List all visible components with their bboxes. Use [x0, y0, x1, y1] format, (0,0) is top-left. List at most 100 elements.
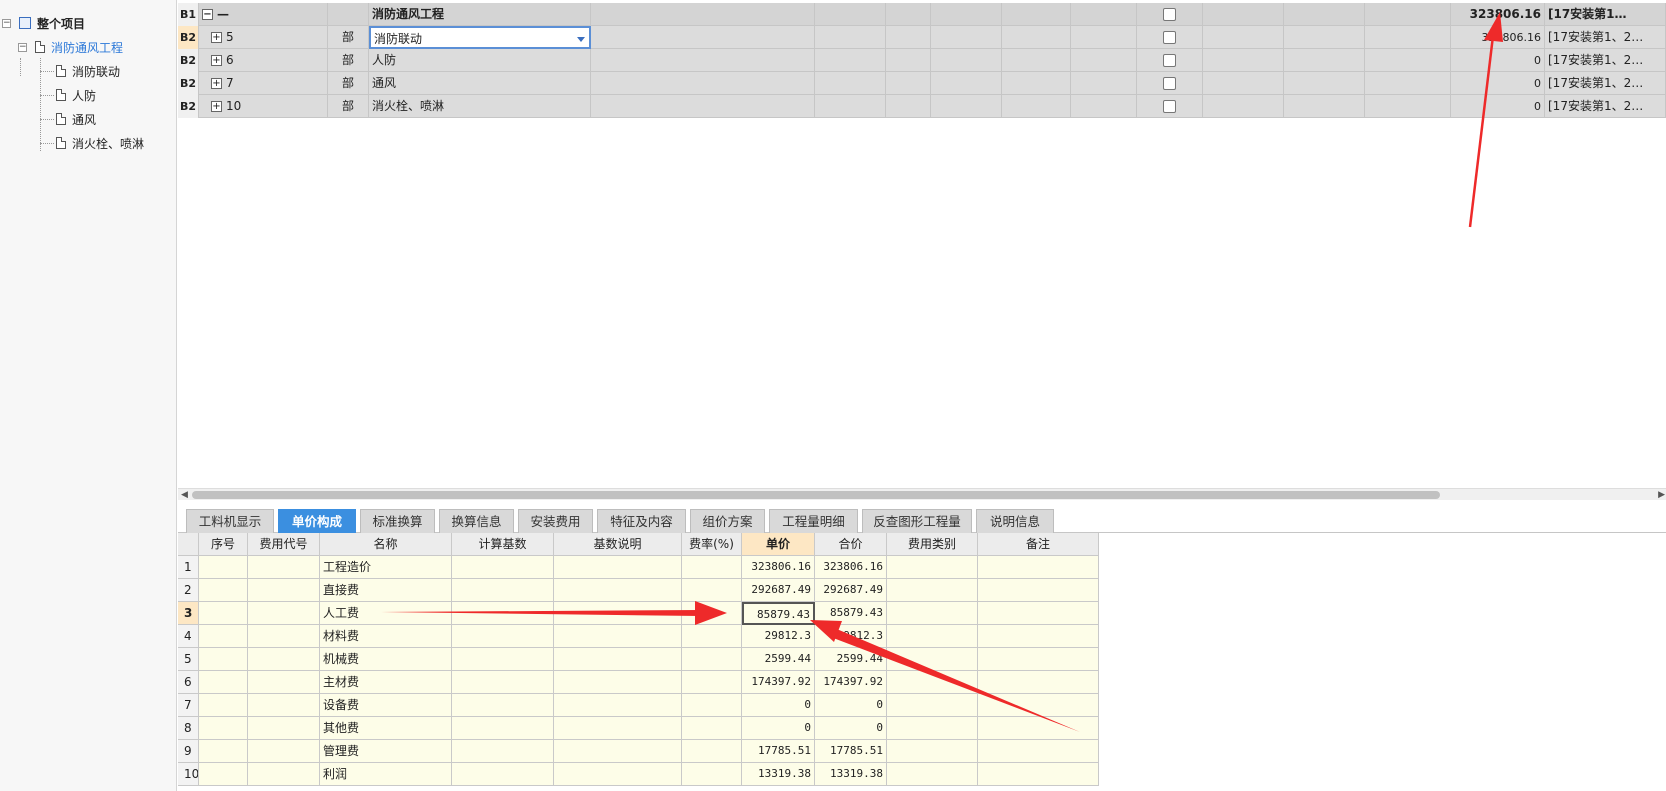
empty-cell[interactable]	[887, 671, 978, 694]
empty-cell[interactable]	[452, 602, 554, 625]
empty-cell[interactable]	[452, 625, 554, 648]
empty-cell[interactable]	[554, 625, 682, 648]
empty-cell[interactable]	[978, 671, 1099, 694]
empty-cell[interactable]	[1002, 3, 1071, 26]
note-cell[interactable]: [17安装第1、2…	[1545, 72, 1666, 95]
column-header[interactable]: 单价	[742, 533, 815, 556]
table-row[interactable]: 5 机械费 2599.44 2599.44	[178, 648, 1100, 671]
cell-total[interactable]: 13319.38	[815, 763, 887, 786]
collapse-icon[interactable]: −	[202, 9, 213, 20]
table-row[interactable]: 8 其他费 0 0	[178, 717, 1100, 740]
table-row[interactable]: B2 +6 部 人防 0 [17安装第1、2…	[178, 49, 1666, 72]
cell-name[interactable]: 工程造价	[320, 556, 452, 579]
empty-cell[interactable]	[931, 26, 1002, 49]
cell-name[interactable]: 材料费	[320, 625, 452, 648]
empty-cell[interactable]	[931, 95, 1002, 118]
cell-name[interactable]: 人工费	[320, 602, 452, 625]
empty-cell[interactable]	[887, 648, 978, 671]
cell-name[interactable]: 管理费	[320, 740, 452, 763]
empty-cell[interactable]	[978, 740, 1099, 763]
cell-total[interactable]: 0	[815, 717, 887, 740]
unit-cell[interactable]: 部	[328, 72, 369, 95]
code-cell[interactable]: − —	[199, 3, 328, 26]
column-header[interactable]: 合价	[815, 533, 887, 556]
empty-cell[interactable]	[199, 671, 248, 694]
table-row[interactable]: 10 利润 13319.38 13319.38	[178, 763, 1100, 786]
table-row[interactable]: B2 +10 部 消火栓、喷淋 0 [17安装第1、2…	[178, 95, 1666, 118]
column-header[interactable]: 费率(%)	[682, 533, 742, 556]
empty-cell[interactable]	[1002, 95, 1071, 118]
tab-labor-material[interactable]: 工料机显示	[186, 509, 274, 533]
checkbox[interactable]	[1163, 100, 1176, 113]
code-cell[interactable]: +5	[199, 26, 328, 49]
empty-cell[interactable]	[887, 740, 978, 763]
tab-conversion-info[interactable]: 换算信息	[439, 509, 514, 533]
horizontal-scrollbar[interactable]: ◀ ▶	[178, 488, 1666, 500]
tab-standard-conversion[interactable]: 标准换算	[360, 509, 435, 533]
table-row[interactable]: 6 主材费 174397.92 174397.92	[178, 671, 1100, 694]
cell-name[interactable]: 机械费	[320, 648, 452, 671]
empty-cell[interactable]	[815, 95, 886, 118]
table-row[interactable]: 7 设备费 0 0	[178, 694, 1100, 717]
empty-cell[interactable]	[815, 3, 886, 26]
tab-quantity-detail[interactable]: 工程量明细	[769, 509, 858, 533]
empty-cell[interactable]	[978, 625, 1099, 648]
cell-name[interactable]: 其他费	[320, 717, 452, 740]
empty-cell[interactable]	[978, 602, 1099, 625]
amount-cell[interactable]: 0	[1451, 49, 1545, 72]
cell-price[interactable]: 85879.43	[742, 602, 815, 625]
cell-name[interactable]: 直接费	[320, 579, 452, 602]
empty-cell[interactable]	[591, 26, 815, 49]
empty-cell[interactable]	[591, 49, 815, 72]
empty-cell[interactable]	[1002, 26, 1071, 49]
empty-cell[interactable]	[1284, 3, 1365, 26]
collapse-icon[interactable]: −	[18, 42, 27, 52]
table-row[interactable]: 3 人工费 85879.43 85879.43	[178, 602, 1100, 625]
empty-cell[interactable]	[682, 671, 742, 694]
empty-cell[interactable]	[591, 95, 815, 118]
cell-n[interactable]: 4	[178, 625, 199, 648]
empty-cell[interactable]	[452, 556, 554, 579]
row-header[interactable]: B2	[178, 72, 199, 95]
cell-n[interactable]: 2	[178, 579, 199, 602]
empty-cell[interactable]	[248, 717, 320, 740]
empty-cell[interactable]	[199, 602, 248, 625]
empty-cell[interactable]	[682, 694, 742, 717]
column-header[interactable]: 计算基数	[452, 533, 554, 556]
empty-cell[interactable]	[1002, 72, 1071, 95]
empty-cell[interactable]	[1284, 95, 1365, 118]
empty-cell[interactable]	[554, 671, 682, 694]
empty-cell[interactable]	[452, 579, 554, 602]
name-cell[interactable]: 通风	[369, 72, 591, 95]
name-cell[interactable]: 人防	[369, 49, 591, 72]
empty-cell[interactable]	[1365, 49, 1451, 72]
empty-cell[interactable]	[199, 694, 248, 717]
empty-cell[interactable]	[887, 694, 978, 717]
empty-cell[interactable]	[554, 579, 682, 602]
empty-cell[interactable]	[1365, 26, 1451, 49]
empty-cell[interactable]	[199, 579, 248, 602]
cell-price[interactable]: 292687.49	[742, 579, 815, 602]
cell-n[interactable]: 3	[178, 602, 199, 625]
cell-n[interactable]: 9	[178, 740, 199, 763]
table-row[interactable]: B1 − — 消防通风工程 323806.16 [17安装第1…	[178, 3, 1666, 26]
tree-node-child[interactable]: 消火栓、喷淋	[56, 133, 144, 153]
empty-cell[interactable]	[452, 648, 554, 671]
empty-cell[interactable]	[1284, 72, 1365, 95]
name-dropdown[interactable]: 消防联动	[369, 26, 591, 49]
cell-price[interactable]: 29812.3	[742, 625, 815, 648]
empty-cell[interactable]	[554, 694, 682, 717]
empty-cell[interactable]	[886, 72, 931, 95]
checkbox[interactable]	[1163, 8, 1176, 21]
scroll-left-icon[interactable]: ◀	[181, 490, 188, 500]
checkbox-cell[interactable]	[1137, 26, 1203, 49]
empty-cell[interactable]	[248, 648, 320, 671]
empty-cell[interactable]	[1203, 49, 1284, 72]
empty-cell[interactable]	[931, 3, 1002, 26]
table-row[interactable]: 2 直接费 292687.49 292687.49	[178, 579, 1100, 602]
empty-cell[interactable]	[886, 49, 931, 72]
cell-total[interactable]: 292687.49	[815, 579, 887, 602]
empty-cell[interactable]	[815, 72, 886, 95]
table-row[interactable]: 9 管理费 17785.51 17785.51	[178, 740, 1100, 763]
note-cell[interactable]: [17安装第1、2…	[1545, 95, 1666, 118]
